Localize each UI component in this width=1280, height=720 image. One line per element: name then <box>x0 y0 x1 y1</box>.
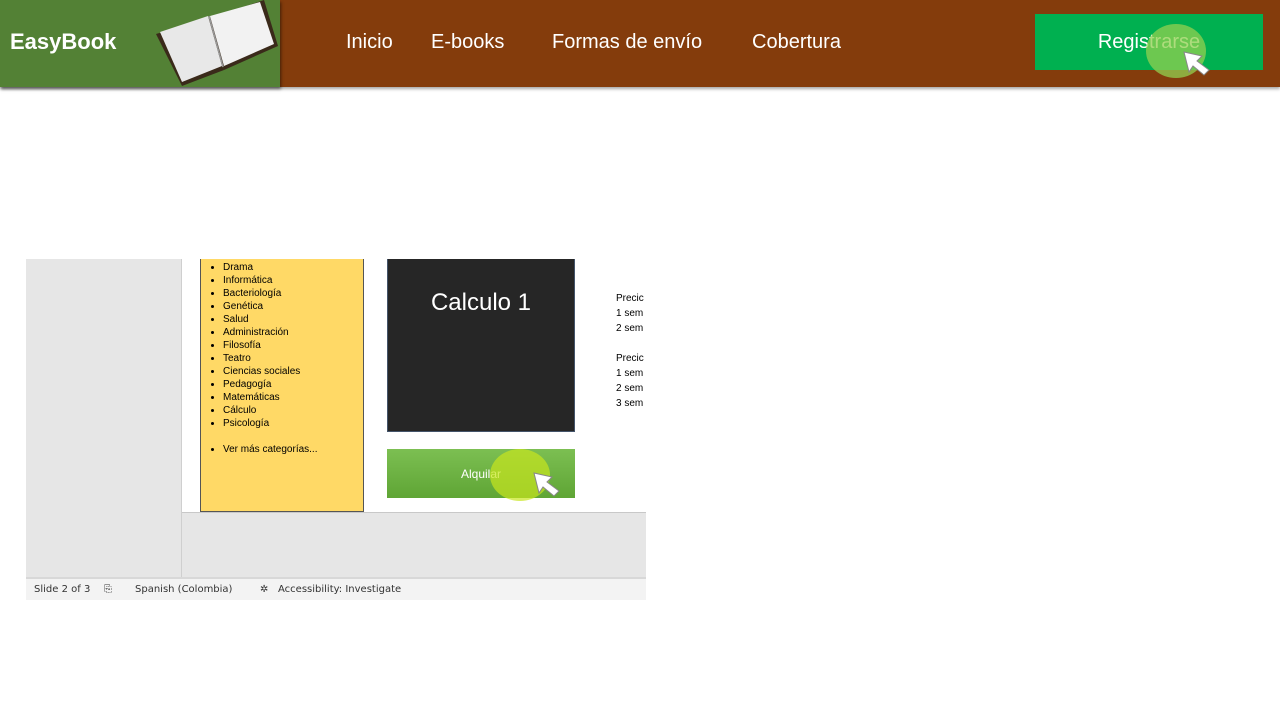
category-item[interactable]: Administración <box>223 326 363 339</box>
book-title: Calculo 1 <box>430 289 532 316</box>
category-item[interactable]: Salud <box>223 313 363 326</box>
cursor-arrow-icon <box>1183 51 1210 76</box>
category-item[interactable]: Bacteriología <box>223 287 363 300</box>
price-list: Precic 1 sem 2 sem Precic 1 sem 2 sem 3 … <box>616 291 644 411</box>
price-line: 1 sem <box>616 368 644 379</box>
logo[interactable]: EasyBook <box>0 0 280 87</box>
categories-panel: Drama Informática Bacteriología Genética… <box>200 259 364 512</box>
header: EasyBook Inicio E-books Formas de envío … <box>0 0 1280 87</box>
nav-cobertura[interactable]: Cobertura <box>752 31 841 54</box>
logo-text: EasyBook <box>10 29 117 54</box>
nav-formas-de-envio[interactable]: Formas de envío <box>552 31 702 54</box>
price-line: 2 sem <box>616 323 644 334</box>
price-line: 1 sem <box>616 308 644 319</box>
more-categories-link[interactable]: Ver más categorías... <box>223 443 363 456</box>
nav-inicio[interactable]: Inicio <box>346 31 393 54</box>
slide-counter: Slide 2 of 3 <box>34 584 91 595</box>
status-bar: Slide 2 of 3 ⎘ Spanish (Colombia) ✲ Acce… <box>26 577 646 600</box>
category-item[interactable]: Cálculo <box>223 404 363 417</box>
language-status[interactable]: Spanish (Colombia) <box>135 584 232 595</box>
category-item[interactable]: Drama <box>223 261 363 274</box>
cursor-arrow-icon <box>533 472 560 497</box>
category-item[interactable]: Informática <box>223 274 363 287</box>
category-item[interactable]: Pedagogía <box>223 378 363 391</box>
category-item[interactable]: Matemáticas <box>223 391 363 404</box>
spellcheck-icon[interactable]: ⎘ <box>104 584 112 595</box>
accessibility-icon[interactable]: ✲ <box>260 584 268 595</box>
embedded-screenshot: Drama Informática Bacteriología Genética… <box>26 259 646 600</box>
price-line: 2 sem <box>616 383 644 394</box>
nav-ebooks[interactable]: E-books <box>431 31 504 54</box>
category-item[interactable]: Teatro <box>223 352 363 365</box>
category-item[interactable]: Ciencias sociales <box>223 365 363 378</box>
slide-canvas: Drama Informática Bacteriología Genética… <box>182 259 646 513</box>
accessibility-status[interactable]: Accessibility: Investigate <box>278 584 401 595</box>
category-item[interactable]: Filosofía <box>223 339 363 352</box>
price-line: Precic <box>616 293 644 304</box>
category-item[interactable]: Genética <box>223 300 363 313</box>
price-line: 3 sem <box>616 398 644 409</box>
book-cover: Calculo 1 <box>387 259 575 432</box>
category-item[interactable]: Psicología <box>223 417 363 430</box>
price-line: Precic <box>616 353 644 364</box>
open-book-icon <box>156 0 278 86</box>
